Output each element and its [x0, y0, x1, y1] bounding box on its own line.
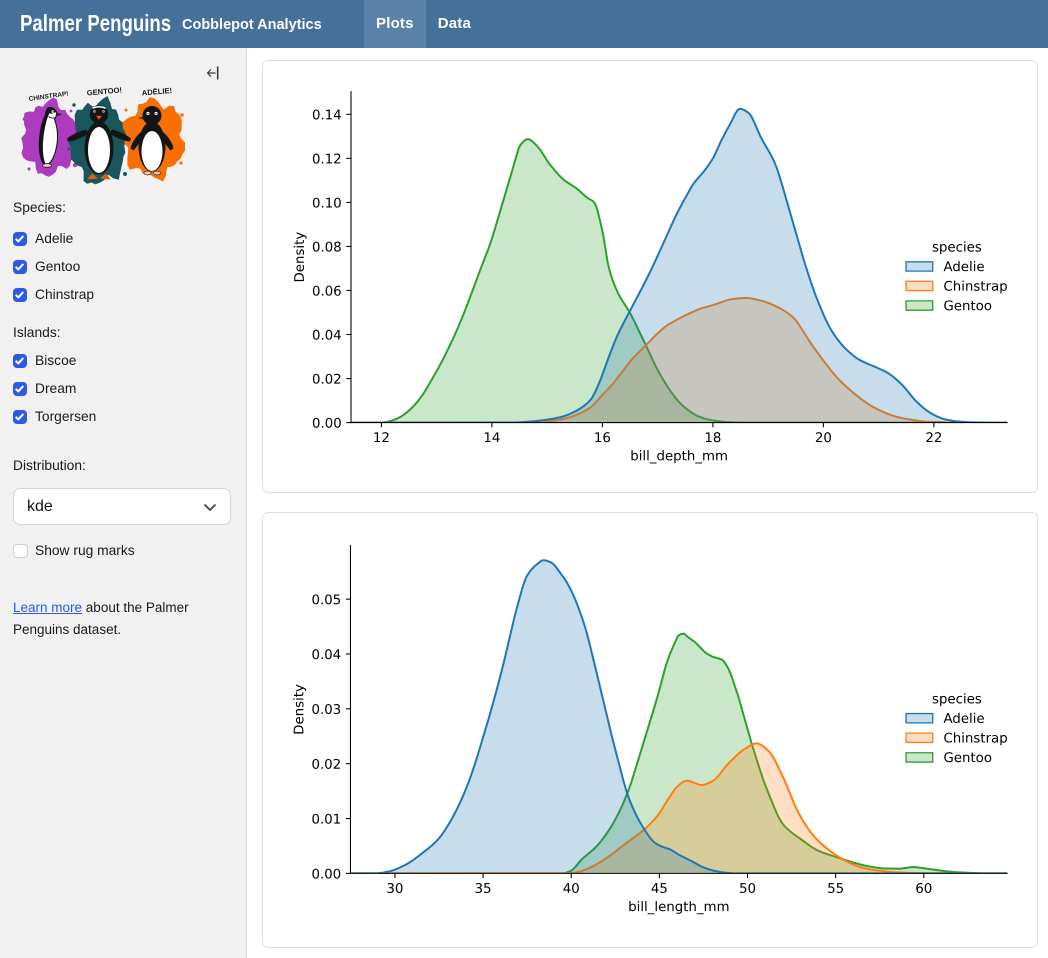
- svg-text:ADĒLIE!: ADĒLIE!: [141, 86, 172, 98]
- svg-text:GENTOO!: GENTOO!: [86, 85, 122, 97]
